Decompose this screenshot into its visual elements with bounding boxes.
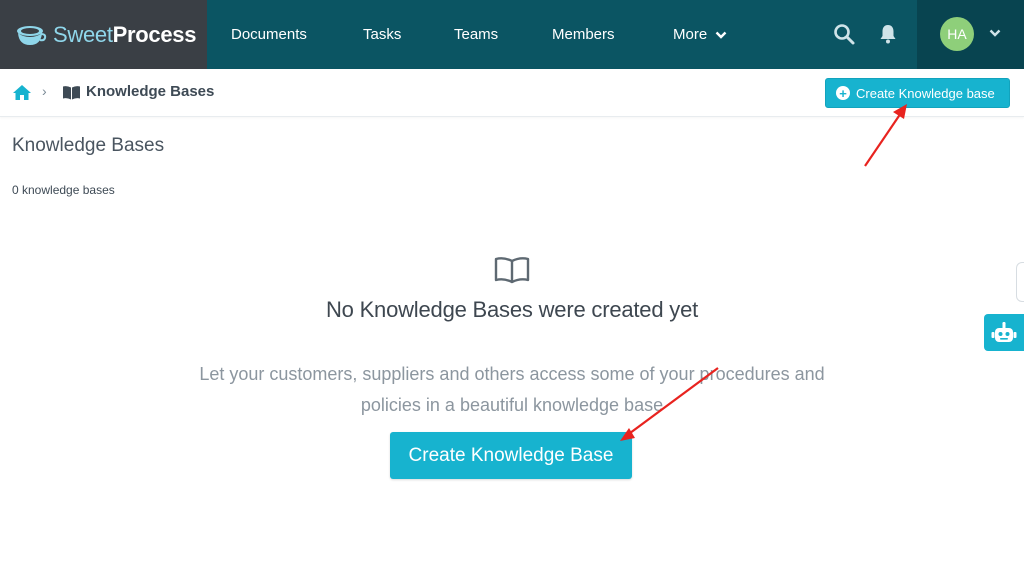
- side-panel-tab[interactable]: [1016, 262, 1024, 302]
- page-title: Knowledge Bases: [12, 135, 165, 156]
- knowledge-base-count: 0 knowledge bases: [12, 183, 115, 197]
- create-knowledge-base-button[interactable]: Create Knowledge Base: [390, 432, 632, 479]
- plus-circle-icon: +: [836, 86, 850, 100]
- nav-tasks[interactable]: Tasks: [363, 0, 401, 69]
- brand-logo-area[interactable]: SweetProcess: [0, 0, 207, 69]
- search-icon[interactable]: [832, 22, 856, 46]
- nav-more[interactable]: More: [673, 0, 727, 69]
- robot-icon: [991, 321, 1017, 342]
- open-book-icon: [494, 257, 530, 284]
- breadcrumb-separator: ›: [42, 83, 47, 99]
- brand-name: SweetProcess: [53, 21, 197, 47]
- nav-members[interactable]: Members: [552, 0, 615, 69]
- home-icon[interactable]: [12, 84, 32, 101]
- user-menu[interactable]: HA: [917, 0, 1024, 69]
- chevron-down-icon: [715, 31, 727, 39]
- breadcrumb-current: Knowledge Bases: [86, 83, 215, 100]
- create-knowledge-base-top-button[interactable]: + Create Knowledge base: [825, 78, 1010, 108]
- chatbot-widget[interactable]: [984, 314, 1024, 351]
- empty-state-title: No Knowledge Bases were created yet: [325, 297, 699, 322]
- bell-icon[interactable]: [876, 22, 900, 46]
- chevron-down-icon[interactable]: [989, 28, 1001, 38]
- top-nav: SweetProcess Documents Tasks Teams Membe…: [0, 0, 1024, 69]
- book-icon: [63, 86, 80, 100]
- cup-logo-icon: [17, 25, 47, 45]
- app-window: SweetProcess Documents Tasks Teams Membe…: [0, 0, 1024, 580]
- avatar[interactable]: HA: [940, 17, 974, 51]
- breadcrumb: › Knowledge Bases + Create Knowledge bas…: [0, 69, 1024, 117]
- nav-teams[interactable]: Teams: [454, 0, 498, 69]
- nav-documents[interactable]: Documents: [231, 0, 307, 69]
- empty-state-description: Let your customers, suppliers and others…: [199, 364, 825, 415]
